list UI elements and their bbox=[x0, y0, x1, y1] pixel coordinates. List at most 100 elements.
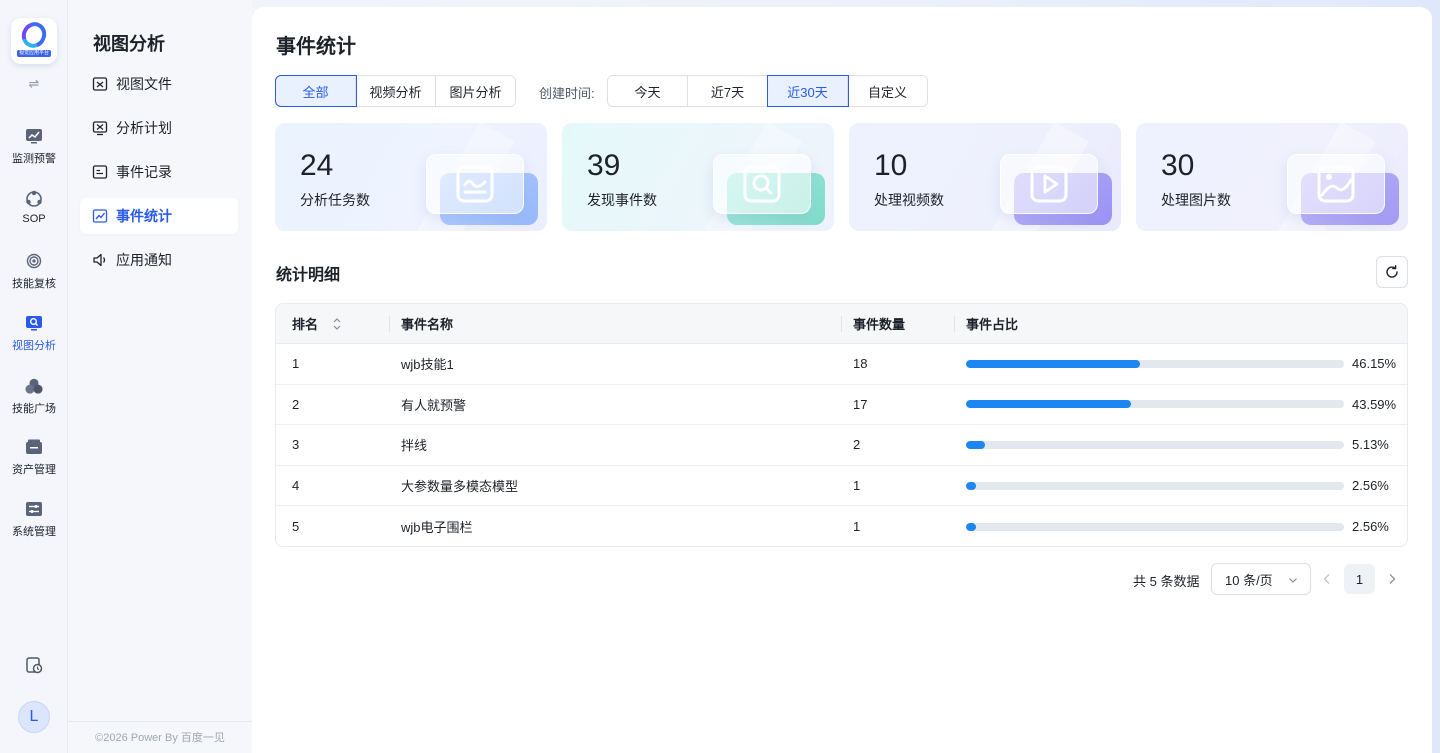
column-header-name: 事件名称 bbox=[389, 304, 841, 344]
cell-rank: 2 bbox=[292, 396, 300, 412]
rail-item-label: 资产管理 bbox=[12, 464, 56, 476]
user-avatar[interactable]: L bbox=[18, 701, 50, 733]
cell-event-name: wjb电子围栏 bbox=[401, 520, 473, 536]
table-row: 5 wjb电子围栏 1 2.56% bbox=[276, 506, 1407, 546]
sidebar-item-label: 应用通知 bbox=[116, 252, 172, 268]
rail-item-view-analysis[interactable]: 视图分析 bbox=[0, 314, 68, 353]
main-panel: 事件统计 全部 视频分析 图片分析 创建时间: 今天 近7天 近30天 自定义 … bbox=[252, 7, 1432, 753]
chevron-down-icon bbox=[1289, 578, 1297, 583]
ratio-percent: 2.56% bbox=[1352, 478, 1389, 494]
time-filter-30days[interactable]: 近30天 bbox=[767, 75, 849, 107]
ratio-bar-track bbox=[966, 400, 1344, 409]
trend-chart-icon bbox=[426, 154, 524, 214]
rail-toggle-icon[interactable]: ⇌ bbox=[0, 76, 68, 92]
stats-table: 排名 事件名称 事件数量 事件占比 1 wjb技能1 18 46.15% 2 有人就预警 1… bbox=[275, 303, 1408, 547]
page-number-button[interactable]: 1 bbox=[1344, 564, 1375, 594]
system-settings-icon bbox=[25, 500, 43, 518]
refresh-button[interactable] bbox=[1376, 256, 1408, 288]
rail-item-label: 视图分析 bbox=[12, 340, 56, 352]
sidebar-item-label: 事件记录 bbox=[116, 164, 172, 180]
column-header-rank[interactable]: 排名 bbox=[276, 304, 389, 344]
cell-event-count: 17 bbox=[853, 396, 868, 412]
sidebar-item-analysis-plan[interactable]: 分析计划 bbox=[80, 110, 238, 146]
rail-item-skill-square[interactable]: 技能广场 bbox=[0, 377, 68, 416]
next-page-button[interactable] bbox=[1385, 570, 1399, 588]
app-rail: 视觉应用平台 ⇌ 监测预警 SOP 技能复核 视图分析 技能广场 资产管理 系统… bbox=[0, 0, 68, 753]
rail-item-label: SOP bbox=[22, 213, 46, 225]
stat-label: 处理图片数 bbox=[1161, 192, 1231, 208]
skill-square-icon bbox=[25, 377, 43, 395]
rail-item-label: 监测预警 bbox=[12, 153, 56, 165]
sidebar-item-label: 事件统计 bbox=[116, 208, 172, 224]
picture-icon bbox=[1287, 154, 1385, 214]
rail-item-sop[interactable]: SOP bbox=[0, 190, 68, 225]
asset-icon bbox=[25, 438, 43, 456]
ratio-bar-fill bbox=[966, 522, 976, 531]
ratio-percent: 46.15% bbox=[1352, 356, 1397, 372]
cell-event-ratio: 2.56% bbox=[954, 519, 1407, 534]
cell-rank: 1 bbox=[292, 356, 300, 372]
rail-item-asset[interactable]: 资产管理 bbox=[0, 438, 68, 477]
cell-event-name: 大参数量多模态模型 bbox=[401, 479, 519, 495]
sidebar-title: 视图分析 bbox=[93, 34, 165, 54]
plan-icon bbox=[92, 120, 108, 136]
sidebar-item-app-notify[interactable]: 应用通知 bbox=[80, 242, 238, 278]
file-image-icon bbox=[92, 76, 108, 92]
cell-rank: 4 bbox=[292, 478, 300, 494]
skill-review-icon bbox=[25, 252, 43, 270]
ratio-bar-fill bbox=[966, 359, 1141, 368]
table-row: 2 有人就预警 17 43.59% bbox=[276, 385, 1407, 426]
time-filter-today[interactable]: 今天 bbox=[608, 76, 688, 106]
stat-card-tasks: 24 分析任务数 bbox=[275, 123, 547, 231]
cell-event-count: 1 bbox=[853, 478, 861, 494]
sidebar-item-event-record[interactable]: 事件记录 bbox=[80, 154, 238, 190]
table-row: 3 拌线 2 5.13% bbox=[276, 425, 1407, 466]
rail-item-monitor[interactable]: 监测预警 bbox=[0, 127, 68, 166]
page-size-value: 10 条/页 bbox=[1225, 572, 1273, 588]
search-image-icon bbox=[713, 154, 811, 214]
stat-card-videos: 10 处理视频数 bbox=[849, 123, 1121, 231]
page-title: 事件统计 bbox=[276, 36, 356, 58]
play-video-icon bbox=[1000, 154, 1098, 214]
ratio-bar-track bbox=[966, 359, 1344, 368]
rail-item-label: 系统管理 bbox=[12, 526, 56, 538]
cell-event-count: 1 bbox=[853, 519, 861, 535]
sidebar-item-label: 分析计划 bbox=[116, 120, 172, 136]
page-size-select[interactable]: 10 条/页 bbox=[1211, 563, 1311, 595]
sidebar-item-event-stats[interactable]: 事件统计 bbox=[80, 198, 238, 234]
time-filter-7days[interactable]: 近7天 bbox=[688, 76, 768, 106]
ratio-bar-track bbox=[966, 522, 1344, 531]
stat-card-images: 30 处理图片数 bbox=[1136, 123, 1408, 231]
chevron-right-icon bbox=[1389, 574, 1396, 584]
cell-rank: 5 bbox=[292, 519, 300, 535]
type-filter-video[interactable]: 视频分析 bbox=[356, 76, 436, 106]
type-filter-all[interactable]: 全部 bbox=[275, 75, 357, 107]
sidebar-item-view-files[interactable]: 视图文件 bbox=[80, 66, 238, 102]
logo-text: 视觉应用平台 bbox=[16, 50, 51, 57]
history-clock-icon[interactable] bbox=[25, 656, 43, 674]
ratio-percent: 2.56% bbox=[1352, 519, 1389, 535]
column-header-ratio: 事件占比 bbox=[954, 304, 1407, 344]
stat-card-events: 39 发现事件数 bbox=[562, 123, 834, 231]
copyright-footer: ©2026 Power By 百度一见 bbox=[68, 721, 252, 753]
logo-ring-icon bbox=[17, 18, 51, 52]
time-filter-custom[interactable]: 自定义 bbox=[848, 76, 927, 106]
stat-label: 处理视频数 bbox=[874, 192, 944, 208]
cell-event-name: 拌线 bbox=[401, 438, 428, 454]
rail-item-label: 技能复核 bbox=[12, 278, 56, 290]
prev-page-button[interactable] bbox=[1320, 570, 1334, 588]
cell-event-ratio: 5.13% bbox=[954, 437, 1407, 452]
rail-item-skill-review[interactable]: 技能复核 bbox=[0, 252, 68, 291]
type-filter-image[interactable]: 图片分析 bbox=[436, 76, 515, 106]
cell-rank: 3 bbox=[292, 437, 300, 453]
sort-icon[interactable] bbox=[332, 317, 342, 331]
table-header: 排名 事件名称 事件数量 事件占比 bbox=[276, 304, 1407, 344]
ratio-percent: 43.59% bbox=[1352, 396, 1397, 412]
app-logo[interactable]: 视觉应用平台 bbox=[11, 18, 57, 64]
cell-event-name: 有人就预警 bbox=[401, 397, 467, 413]
ratio-bar-track bbox=[966, 481, 1344, 490]
rail-item-system[interactable]: 系统管理 bbox=[0, 500, 68, 539]
secondary-sidebar: 视图分析 视图文件 分析计划 事件记录 事件统计 应用通知 ©2026 Powe… bbox=[68, 0, 252, 753]
ratio-bar-track bbox=[966, 440, 1344, 449]
cell-event-ratio: 43.59% bbox=[954, 397, 1407, 412]
